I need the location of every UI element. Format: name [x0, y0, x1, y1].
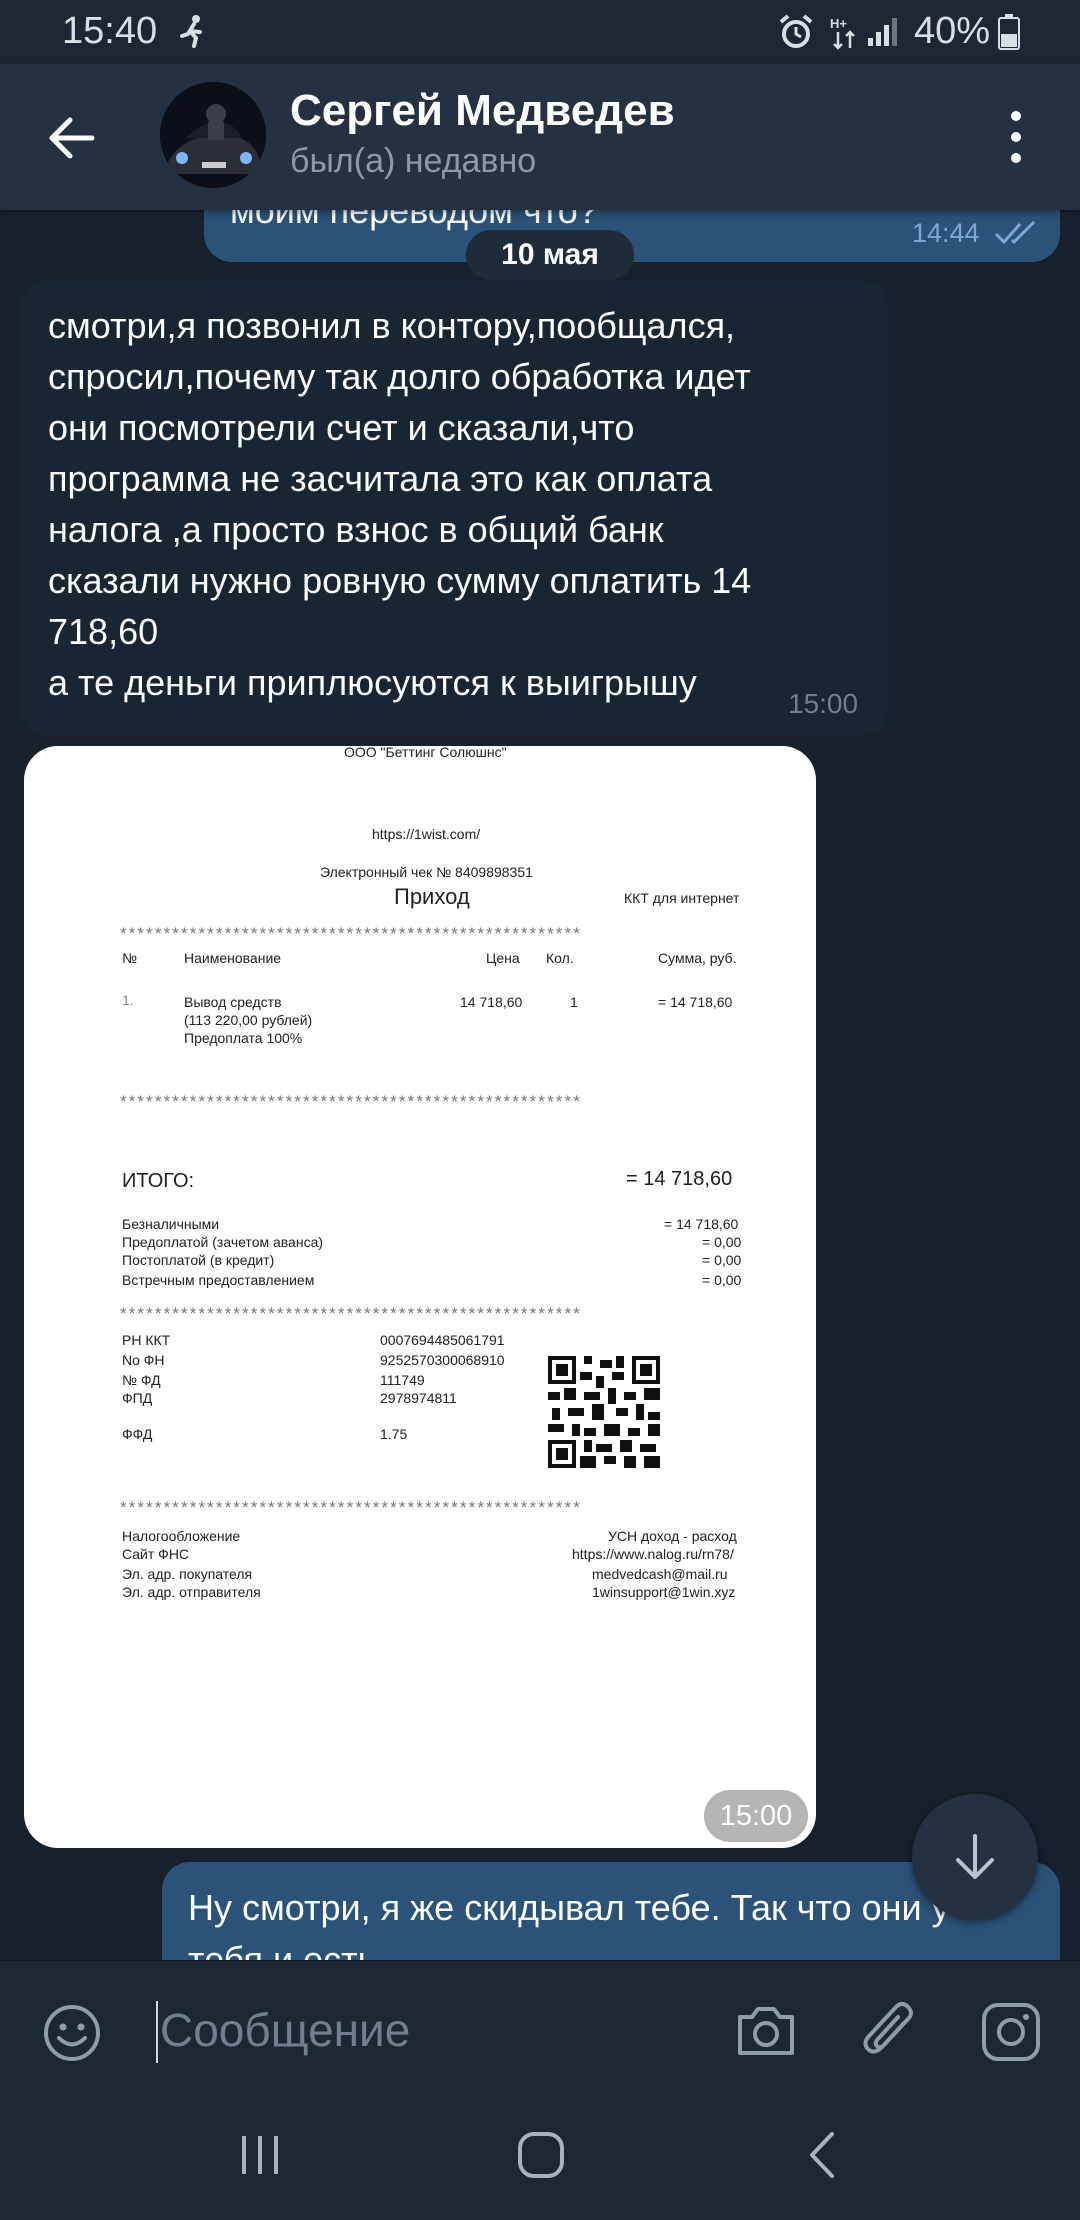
total-label: ИТОГО:: [122, 1170, 195, 1192]
battery-percent: 40%: [914, 10, 991, 52]
mobile-data-icon: H+: [830, 16, 855, 50]
item-price: 14 718,60: [460, 994, 523, 1010]
message-text: смотри,я позвонил в контору,пообщался, с…: [48, 305, 752, 703]
photo-time: 15:00: [704, 1790, 808, 1842]
receipt-divider: ****************************************…: [120, 1092, 582, 1108]
receipt-type: Приход: [394, 884, 470, 909]
payment-value: = 0,00: [702, 1252, 742, 1268]
footer-value: medvedcash@mail.ru: [592, 1566, 728, 1582]
footer-label: Сайт ФНС: [122, 1546, 190, 1562]
footer-label: Эл. адр. отправителя: [122, 1584, 261, 1600]
signal-icon: [868, 18, 897, 46]
item-name: Вывод средств: [184, 994, 282, 1010]
incoming-message[interactable]: смотри,я позвонил в контору,пообщался, с…: [20, 280, 888, 736]
qr-code-icon: [548, 1356, 660, 1468]
fiscal-label: РН ККТ: [122, 1332, 171, 1348]
col-num: №: [122, 950, 138, 966]
footer-label: Налогообложение: [122, 1528, 241, 1544]
fiscal-label: ФПД: [122, 1390, 153, 1406]
read-checks-icon: [994, 220, 1036, 245]
payment-label: Безналичными: [122, 1216, 220, 1232]
receipt-site: https://1wist.com/: [372, 826, 481, 842]
payment-label: Постоплатой (в кредит): [122, 1252, 275, 1268]
footer-label: Эл. адр. покупателя: [122, 1566, 253, 1582]
message-text: Ну смотри, я же скидывал тебе. Так что о…: [188, 1887, 950, 1960]
chat-area[interactable]: моим переводом что? 14:44 10 мая смотри,…: [0, 210, 1080, 1960]
alarm-icon: [779, 14, 813, 48]
item-sum: = 14 718,60: [658, 994, 733, 1010]
message-input-bar: Сообщение: [0, 1960, 1080, 2092]
item-name-amount: (113 220,00 рублей): [184, 1012, 313, 1028]
message-input[interactable]: [150, 1989, 710, 2073]
fiscal-value: 0007694485061791: [380, 1332, 505, 1348]
fiscal-value: 9252570300068910: [380, 1352, 505, 1368]
date-separator: 10 мая: [466, 230, 634, 280]
footer-value: https://www.nalog.ru/rn78/: [572, 1546, 734, 1562]
total-value: = 14 718,60: [626, 1168, 733, 1190]
chat-header: Сергей Медведев был(а) недавно: [0, 64, 1080, 210]
payment-label: Встречным предоставлением: [122, 1272, 315, 1288]
more-menu-icon[interactable]: [996, 104, 1036, 170]
attach-icon[interactable]: [862, 1997, 918, 2065]
receipt-divider: ****************************************…: [120, 924, 582, 940]
col-sum: Сумма, руб.: [658, 950, 737, 966]
running-icon: [180, 15, 202, 48]
payment-label: Предоплатой (зачетом аванса): [122, 1234, 324, 1250]
recents-icon[interactable]: [238, 2132, 284, 2178]
svg-text:H+: H+: [830, 16, 847, 31]
status-bar: 15:40 H+ 40%: [0, 0, 1080, 64]
receipt-divider: ****************************************…: [120, 1498, 582, 1514]
receipt-photo[interactable]: ООО "Беттинг Солюшнс" https://1wist.com/…: [24, 746, 816, 1848]
footer-value: 1winsupport@1win.xyz: [592, 1584, 736, 1600]
fiscal-value: 2978974811: [380, 1390, 457, 1406]
payment-value: = 0,00: [702, 1272, 742, 1288]
fiscal-label: № ФД: [122, 1372, 161, 1388]
payment-value: = 14 718,60: [664, 1216, 739, 1232]
contact-name[interactable]: Сергей Медведев: [290, 86, 675, 136]
status-time: 15:40: [62, 10, 158, 52]
item-num: 1.: [122, 992, 134, 1008]
camera-icon[interactable]: [734, 2001, 798, 2061]
payment-value: = 0,00: [702, 1234, 742, 1250]
receipt-kkt: ККТ для интернет: [624, 890, 740, 906]
col-name: Наименование: [184, 950, 282, 966]
fiscal-label: ФФД: [122, 1426, 153, 1442]
item-qty: 1: [570, 994, 578, 1010]
receipt-check-number: Электронный чек № 8409898351: [320, 864, 533, 880]
message-time: 14:44: [912, 218, 980, 248]
footer-value: УСН доход - расход: [608, 1528, 737, 1544]
system-nav-bar: [0, 2092, 1080, 2220]
back-arrow-icon[interactable]: [44, 110, 100, 166]
scroll-down-button[interactable]: [912, 1794, 1038, 1920]
home-icon[interactable]: [516, 2130, 566, 2180]
fiscal-label: No ФН: [122, 1352, 165, 1368]
contact-status: был(а) недавно: [290, 142, 537, 180]
avatar[interactable]: [160, 82, 266, 188]
message-time: 15:00: [788, 688, 859, 719]
instagram-icon[interactable]: [980, 2001, 1042, 2063]
col-qty: Кол.: [546, 950, 574, 966]
message-text: моим переводом что?: [230, 210, 598, 231]
receipt-company: ООО "Беттинг Солюшнс": [344, 746, 507, 760]
col-price: Цена: [486, 950, 520, 966]
back-nav-icon[interactable]: [804, 2130, 838, 2180]
fiscal-value: 111749: [380, 1372, 425, 1388]
emoji-icon[interactable]: [42, 2003, 102, 2063]
fiscal-value: 1.75: [380, 1426, 408, 1442]
arrow-down-icon: [956, 1834, 994, 1879]
receipt-divider: ****************************************…: [120, 1304, 582, 1320]
item-name-prepay: Предоплата 100%: [184, 1030, 303, 1046]
battery-icon: [998, 14, 1020, 50]
